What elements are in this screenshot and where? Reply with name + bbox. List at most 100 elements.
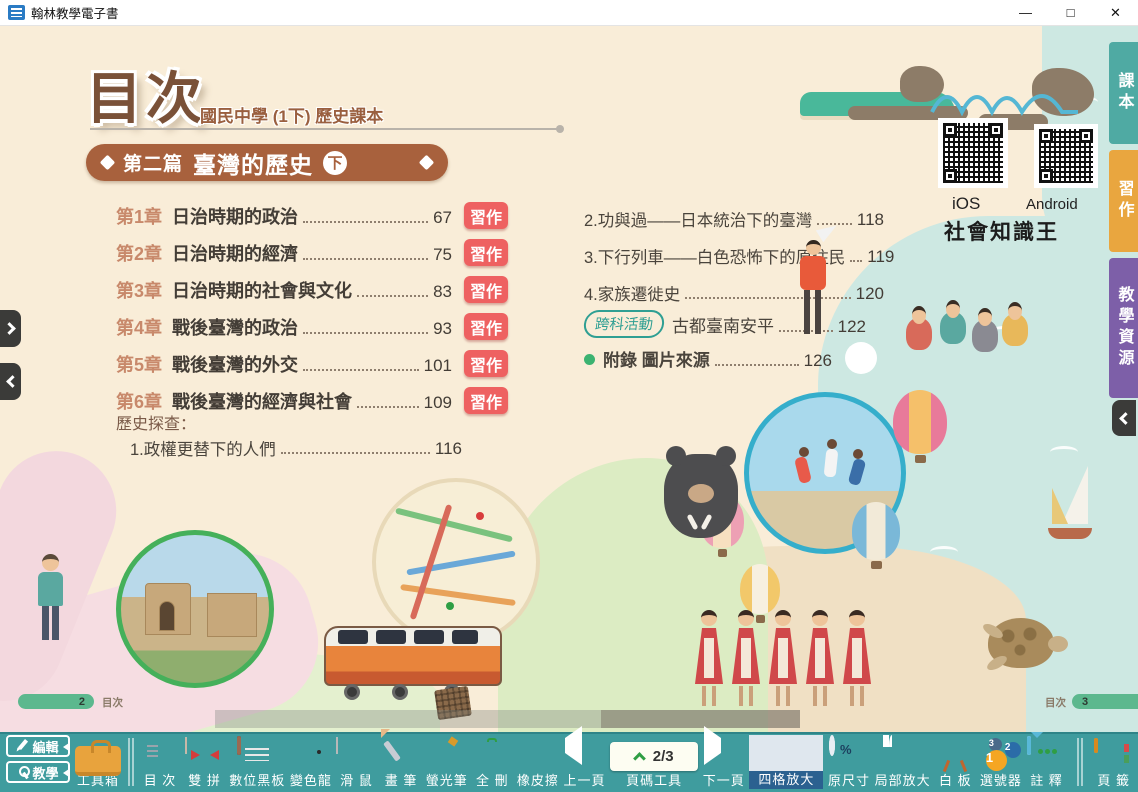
tool-mouse[interactable]: 滑 鼠 [336,735,376,789]
number-ball-icon: 1 [986,750,1007,771]
workbook-badge-button[interactable]: 習作 [464,202,508,229]
left-panel-expand-button[interactable] [0,310,21,347]
tool-chameleon[interactable]: 變色龍 [290,735,332,789]
chapter-row: 第1章日治時期的政治67習作 [116,192,508,229]
mode-button-edit[interactable]: 編輯 [6,735,70,757]
tool-toc[interactable]: 目 次 [140,735,180,789]
android-qr-code [1034,124,1098,188]
page-number: 116 [435,439,462,459]
side-tab-2[interactable]: 教學資源 [1109,258,1138,398]
dot-leader [303,221,428,223]
tool-page-tab[interactable]: 頁 籤 [1094,735,1134,789]
minimize-button[interactable]: — [1003,0,1048,26]
banner-part-label: 第二篇 [123,149,183,176]
tool-label: 雙 拼 [188,773,221,789]
dot-leader [303,332,428,334]
page-number: 83 [433,282,452,302]
left-panel-collapse-button[interactable] [0,363,21,400]
tool-annotation[interactable]: 註 釋 [1027,735,1067,789]
footer-label-left: 目次 [102,695,123,710]
tool-label: 頁碼工具 [626,773,682,789]
tool-pen[interactable]: 畫 筆 [381,735,421,789]
workbook-badge-button[interactable]: 習作 [464,276,508,303]
whiteboard-icon [935,738,975,772]
chapter-row: 第3章日治時期的社會與文化83習作 [116,266,508,303]
tool-whiteboard[interactable]: 白 板 [935,735,975,789]
trash-icon [472,738,512,772]
tool-label: 目 次 [144,773,177,789]
tool-original-size[interactable]: %原尺寸 [828,735,870,789]
close-button[interactable]: ✕ [1093,0,1138,26]
cross-activity-badge[interactable]: 跨科活動 [583,310,666,338]
tool-label: 滑 鼠 [340,773,373,789]
tool-label: 下一頁 [703,773,745,789]
right-toc-list: 2.功與過——日本統治下的臺灣1183.下行列車——白色恐怖下的原住民1194.… [584,194,884,305]
tool-label: 頁 籤 [1097,773,1130,789]
mode-button-teach[interactable]: 教學 [6,761,70,783]
workbook-badge-button[interactable]: 習作 [464,387,508,414]
page-number-pill-left: 2 [18,694,94,709]
tool-dual-page[interactable]: 雙 拼 [185,735,225,789]
next-page-icon [704,738,744,772]
toolbar-divider [128,738,134,786]
sailboat-illustration [1052,488,1068,524]
train-window [414,630,444,644]
tool-label: 橡皮擦 [517,773,559,789]
page-indicator-box[interactable]: 2/3 [610,742,698,771]
side-tab-0[interactable]: 課本 [1109,42,1138,144]
side-tab-1[interactable]: 習作 [1109,150,1138,252]
edit-pencil-icon [17,740,29,752]
workbook-badge-button[interactable]: 習作 [464,313,508,340]
tool-prev-page[interactable]: 上一頁 [564,735,606,789]
workbook-badge-button[interactable]: 習作 [464,350,508,377]
chameleon-icon [291,738,331,772]
page-indicator-value: 2/3 [653,748,674,765]
tool-label: 畫 筆 [385,773,418,789]
toolbox-button[interactable]: 工具箱 [74,735,122,789]
tool-number-picker[interactable]: 321選號器 [980,735,1022,789]
original-size-icon: % [829,738,869,772]
sidebar-collapse-button[interactable] [1112,400,1136,436]
dot-leader [357,406,419,408]
tool-label: 白 板 [939,773,972,789]
tool-highlighter[interactable]: 螢光筆 [426,735,468,789]
tool-trash[interactable]: 全 刪 [472,735,512,789]
page-number: 67 [433,208,452,228]
tool-label: 上一頁 [564,773,606,789]
sitting-person-illustration [1002,314,1028,346]
workbook-badge-button[interactable]: 習作 [464,239,508,266]
page-number: 75 [433,245,452,265]
toc-item: 3.下行列車——白色恐怖下的原住民119 [584,231,884,268]
bottom-toolbar: 編輯教學 工具箱 目 次雙 拼數位黑板變色龍滑 鼠畫 筆螢光筆全 刪橡皮擦上一頁… [0,732,1138,792]
tool-next-page[interactable]: 下一頁 [703,735,745,789]
scrollbar-thumb[interactable] [601,710,800,728]
chapter-number: 第5章 [116,351,162,377]
cross-activity-label: 古都臺南安平 [672,312,774,337]
tool-blackboard[interactable]: 數位黑板 [229,735,285,789]
dot-leader [303,258,428,260]
page-subtitle: 國民中學 (1下) 歷史課本 [200,102,383,127]
sitting-person-illustration [940,312,966,344]
arch-bridge-illustration [930,74,1080,116]
tool-label: 選號器 [980,773,1022,789]
white-circle-decor [845,342,877,374]
hot-air-balloon-icon [852,502,900,560]
maximize-button[interactable]: □ [1048,0,1093,26]
chapter-title: 日治時期的政治 [172,203,298,229]
ios-label: iOS [952,194,980,214]
hiker-illustration [42,554,59,571]
hot-air-balloon-icon [893,390,947,454]
tool-quad-zoom[interactable]: 四格放大 [749,735,823,789]
android-label: Android [1026,196,1078,213]
tool-page-number-box[interactable]: 2/3 頁碼工具 [610,735,698,789]
four-point-star-icon [419,155,435,171]
app-name-label: 社會知識王 [944,216,1059,246]
toolbar-divider [1077,738,1083,786]
hiker-illustration [38,572,63,606]
toolbox-icon [74,738,122,772]
tool-eraser[interactable]: 橡皮擦 [517,735,559,789]
tool-label: 四格放大 [749,771,823,789]
toc-item: 2.功與過——日本統治下的臺灣118 [584,194,884,231]
tool-partial-zoom[interactable]: 局部放大 [875,735,931,789]
teach-mic-icon [17,766,29,778]
